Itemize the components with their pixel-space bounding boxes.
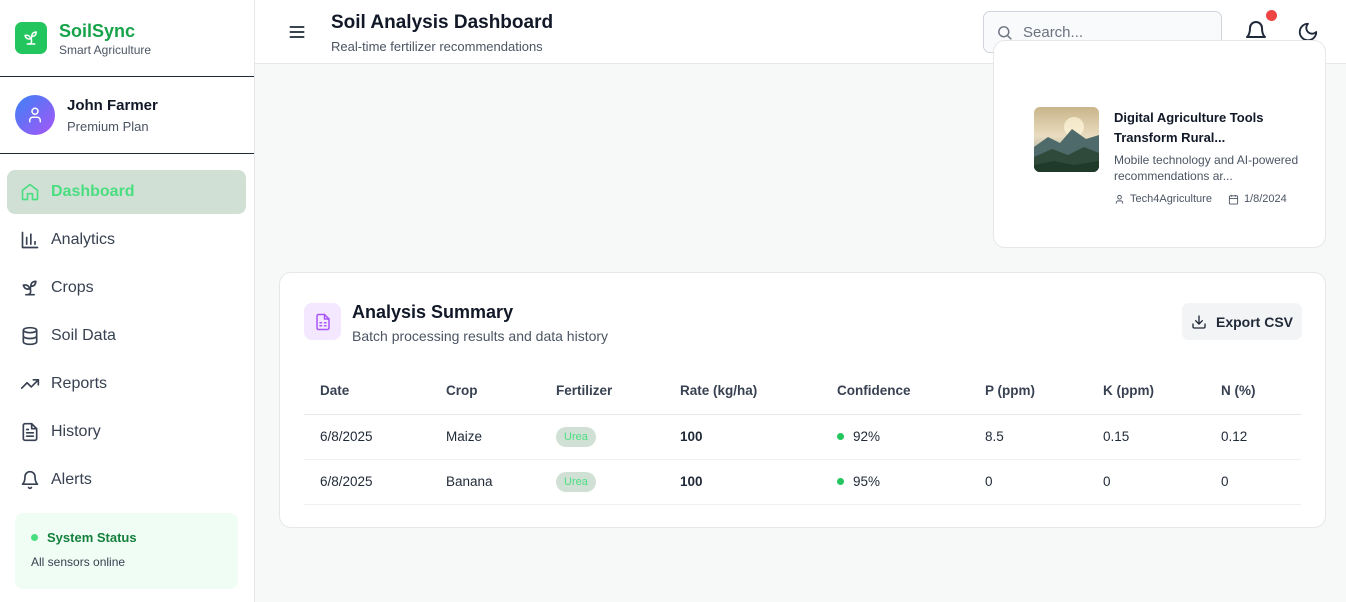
menu-icon[interactable]	[287, 22, 307, 42]
analysis-table: Date Crop Fertilizer Rate (kg/ha) Confid…	[304, 368, 1301, 505]
cell-p: 8.5	[969, 414, 1087, 460]
cell-k: 0.15	[1087, 414, 1205, 460]
table-header-row: Date Crop Fertilizer Rate (kg/ha) Confid…	[304, 368, 1301, 415]
confidence-dot-icon	[837, 433, 844, 440]
cell-rate: 100	[664, 414, 821, 460]
brand-name: SoilSync	[59, 20, 136, 41]
user-icon	[1115, 194, 1124, 204]
column-header-crop[interactable]: Crop	[430, 368, 540, 415]
brand: SoilSync Smart Agriculture	[0, 0, 254, 77]
fertilizer-badge: Urea	[556, 426, 596, 447]
cell-rate: 100	[664, 459, 821, 505]
search-input[interactable]	[1023, 23, 1203, 41]
summary-title: Analysis Summary	[352, 302, 514, 322]
table-row[interactable]: 6/8/2025 Maize Urea 100 92% 8.5 0.15 0.1…	[304, 414, 1301, 460]
sidebar-item-history[interactable]: History	[7, 410, 246, 454]
analysis-summary-card: Analysis Summary Batch processing result…	[279, 272, 1326, 528]
sidebar-item-label: Analytics	[51, 231, 116, 248]
cell-date: 6/8/2025	[304, 459, 430, 505]
sprout-logo-icon	[15, 22, 47, 54]
column-header-date[interactable]: Date	[304, 368, 430, 415]
confidence-dot-icon	[837, 478, 844, 485]
sidebar-item-reports[interactable]: Reports	[7, 362, 246, 406]
download-icon	[1192, 314, 1206, 329]
avatar	[15, 95, 55, 135]
user-profile[interactable]: John Farmer Premium Plan	[0, 77, 254, 154]
home-icon	[21, 183, 39, 201]
status-dot-icon	[31, 534, 38, 541]
status-title: System Status	[47, 530, 137, 545]
cell-n: 0.12	[1205, 414, 1301, 460]
user-plan: Premium Plan	[67, 119, 149, 134]
page-subtitle: Real-time fertilizer recommendations	[331, 39, 543, 54]
sidebar-item-label: Dashboard	[51, 183, 135, 200]
news-author: Tech4Agriculture	[1130, 193, 1212, 205]
bell-icon	[21, 470, 39, 490]
cell-p: 0	[969, 459, 1087, 505]
system-status-panel: System Status All sensors online	[15, 513, 238, 589]
page-title: Soil Analysis Dashboard	[331, 12, 554, 33]
column-header-fertilizer[interactable]: Fertilizer	[540, 368, 664, 415]
search-icon	[998, 25, 1012, 40]
sidebar-item-label: History	[51, 423, 101, 440]
news-description: Mobile technology and AI-powered recomme…	[1114, 153, 1299, 183]
news-thumbnail	[1034, 107, 1099, 172]
sidebar-nav: Dashboard Analytics Crops Soil Data Repo…	[0, 154, 254, 502]
file-text-icon	[22, 422, 38, 442]
cell-n: 0	[1205, 459, 1301, 505]
cell-date: 6/8/2025	[304, 414, 430, 460]
cell-confidence: 95%	[853, 474, 881, 489]
sidebar-item-label: Soil Data	[51, 327, 116, 344]
notification-badge	[1266, 10, 1277, 21]
cell-k: 0	[1087, 459, 1205, 505]
sprout-icon	[22, 280, 37, 296]
sidebar-item-label: Reports	[51, 375, 108, 392]
cell-crop: Banana	[430, 459, 540, 505]
summary-subtitle: Batch processing results and data histor…	[352, 328, 609, 344]
table-row[interactable]: 6/8/2025 Banana Urea 100 95% 0 0 0	[304, 459, 1301, 505]
database-icon	[22, 326, 38, 346]
spreadsheet-icon	[304, 303, 341, 340]
user-icon	[29, 107, 41, 123]
news-card[interactable]: Digital Agriculture Tools Transform Rura…	[993, 40, 1326, 248]
news-title[interactable]: Digital Agriculture Tools Transform Rura…	[1114, 108, 1304, 148]
news-meta: Tech4Agriculture 1/8/2024	[1114, 193, 1303, 205]
export-csv-button[interactable]: Export CSV	[1182, 303, 1302, 340]
trending-up-icon	[20, 379, 40, 389]
bar-chart-icon	[21, 231, 39, 249]
column-header-p[interactable]: P (ppm)	[969, 368, 1087, 415]
column-header-confidence[interactable]: Confidence	[821, 368, 969, 415]
column-header-k[interactable]: K (ppm)	[1087, 368, 1205, 415]
column-header-n[interactable]: N (%)	[1205, 368, 1301, 415]
user-name: John Farmer	[67, 97, 158, 114]
status-detail: All sensors online	[31, 555, 126, 569]
brand-subtitle: Smart Agriculture	[59, 42, 152, 57]
cell-confidence: 92%	[853, 429, 881, 444]
sidebar-item-alerts[interactable]: Alerts	[7, 458, 246, 502]
sidebar-item-dashboard[interactable]: Dashboard	[7, 170, 246, 214]
sidebar-item-crops[interactable]: Crops	[7, 266, 246, 310]
news-date: 1/8/2024	[1243, 193, 1287, 205]
cell-crop: Maize	[430, 414, 540, 460]
fertilizer-badge: Urea	[556, 471, 596, 492]
column-header-rate[interactable]: Rate (kg/ha)	[664, 368, 821, 415]
sidebar: SoilSync Smart Agriculture John Farmer P…	[0, 0, 255, 602]
sidebar-item-soil-data[interactable]: Soil Data	[7, 314, 246, 358]
calendar-icon	[1228, 194, 1239, 205]
sidebar-item-label: Alerts	[51, 471, 92, 488]
export-label: Export CSV	[1215, 313, 1293, 330]
sidebar-item-label: Crops	[51, 279, 94, 296]
sidebar-item-analytics[interactable]: Analytics	[7, 218, 246, 262]
